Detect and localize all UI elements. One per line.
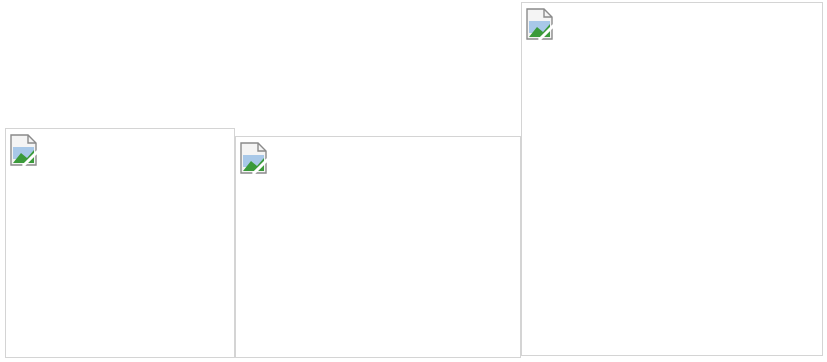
image-placeholder-2[interactable] (235, 136, 521, 358)
broken-image-icon (525, 7, 557, 41)
broken-image-icon (9, 133, 41, 167)
image-gallery (0, 0, 827, 362)
image-placeholder-1[interactable] (5, 128, 235, 358)
broken-image-icon (239, 141, 271, 175)
image-placeholder-3[interactable] (521, 2, 823, 356)
